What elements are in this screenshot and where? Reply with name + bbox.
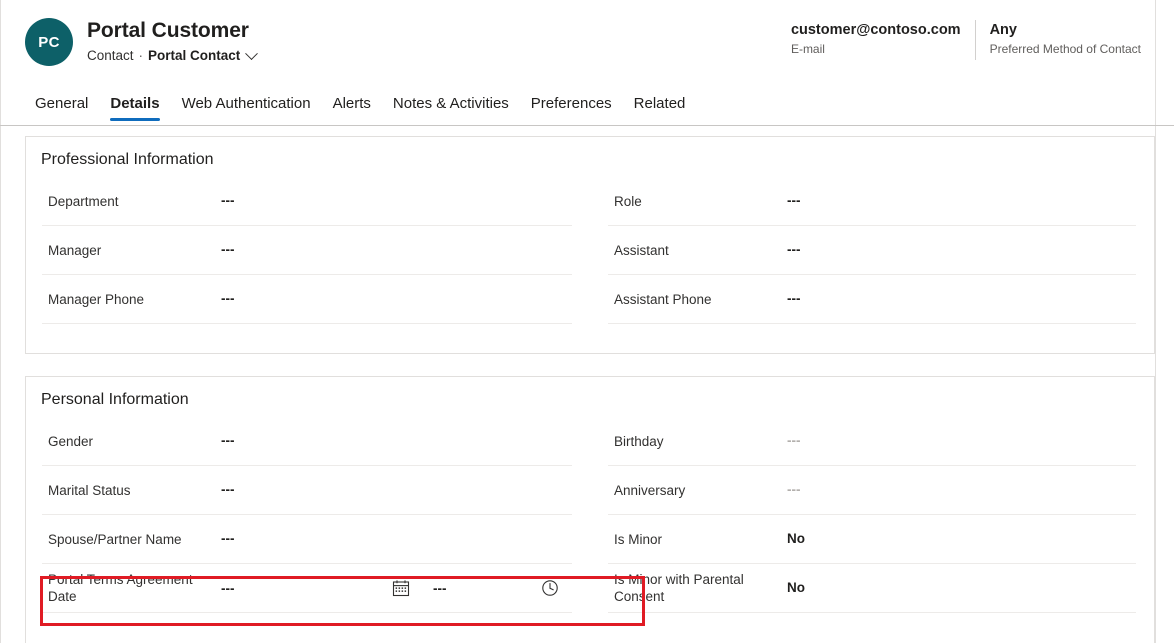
field-label: Spouse/Partner Name <box>48 531 221 548</box>
field-value[interactable]: --- <box>221 481 235 499</box>
form-selector-label[interactable]: Portal Contact <box>148 47 240 65</box>
section-columns: Department --- Manager --- Manager Phone… <box>26 177 1154 324</box>
tab-general[interactable]: General <box>24 94 99 125</box>
header-stat-email[interactable]: customer@contoso.com E-mail <box>777 20 975 60</box>
avatar-initials: PC <box>38 34 59 51</box>
field-is-minor[interactable]: Is Minor No <box>608 515 1136 564</box>
subtitle-separator: · <box>139 47 144 65</box>
section-column-right: Birthday --- Anniversary --- Is Minor No… <box>590 417 1154 613</box>
header-stat-label: E-mail <box>791 41 961 58</box>
field-assistant[interactable]: Assistant --- <box>608 226 1136 275</box>
field-label: Birthday <box>614 433 787 450</box>
field-role[interactable]: Role --- <box>608 177 1136 226</box>
tab-alerts[interactable]: Alerts <box>322 94 382 125</box>
field-label: Gender <box>48 433 221 450</box>
header-left-edge <box>0 0 1 125</box>
tab-related[interactable]: Related <box>623 94 697 125</box>
form-tabs: General Details Web Authentication Alert… <box>24 81 696 125</box>
field-label: Portal Terms Agreement Date <box>48 571 221 605</box>
field-birthday[interactable]: Birthday --- <box>608 417 1136 466</box>
header-stat-label: Preferred Method of Contact <box>990 41 1141 58</box>
section-column-left: Department --- Manager --- Manager Phone… <box>26 177 590 324</box>
date-value[interactable]: --- <box>221 581 391 596</box>
field-manager[interactable]: Manager --- <box>42 226 572 275</box>
field-value[interactable]: --- <box>787 290 801 308</box>
header-stat-value: customer@contoso.com <box>791 20 961 40</box>
section-title: Professional Information <box>26 137 1154 177</box>
field-gender[interactable]: Gender --- <box>42 417 572 466</box>
contact-record-form: PC Portal Customer Contact · Portal Cont… <box>0 0 1174 643</box>
header-stats: customer@contoso.com E-mail Any Preferre… <box>777 20 1155 60</box>
record-header: PC Portal Customer Contact · Portal Cont… <box>0 0 1174 126</box>
field-value[interactable]: --- <box>787 192 801 210</box>
header-stat-preferred-contact[interactable]: Any Preferred Method of Contact <box>975 20 1155 60</box>
field-anniversary[interactable]: Anniversary --- <box>608 466 1136 515</box>
field-label: Is Minor with Parental Consent <box>614 571 787 605</box>
time-value[interactable]: --- <box>433 581 540 596</box>
field-value[interactable]: No <box>787 579 805 597</box>
field-value[interactable]: --- <box>787 432 801 450</box>
form-content: Professional Information Department --- … <box>0 126 1174 643</box>
field-label: Manager <box>48 242 221 259</box>
content-right-edge <box>1155 126 1156 643</box>
calendar-icon[interactable] <box>391 578 411 598</box>
field-value[interactable]: --- <box>221 432 235 450</box>
record-subtitle: Contact · Portal Contact <box>87 47 256 65</box>
field-label: Department <box>48 193 221 210</box>
datetime-inputs: --- <box>221 578 568 598</box>
field-value[interactable]: --- <box>221 530 235 548</box>
field-spouse-partner-name[interactable]: Spouse/Partner Name --- <box>42 515 572 564</box>
field-value[interactable]: --- <box>221 241 235 259</box>
section-personal-information: Personal Information Gender --- Marital … <box>25 376 1155 643</box>
field-manager-phone[interactable]: Manager Phone --- <box>42 275 572 324</box>
field-value[interactable]: No <box>787 530 805 548</box>
chevron-down-icon[interactable] <box>245 47 258 60</box>
tab-preferences[interactable]: Preferences <box>520 94 623 125</box>
content-left-edge <box>0 126 1 643</box>
field-value[interactable]: --- <box>221 290 235 308</box>
page-title: Portal Customer <box>87 17 256 44</box>
field-label: Assistant <box>614 242 787 259</box>
field-label: Assistant Phone <box>614 291 787 308</box>
section-column-left: Gender --- Marital Status --- Spouse/Par… <box>26 417 590 613</box>
section-title: Personal Information <box>26 377 1154 417</box>
field-marital-status[interactable]: Marital Status --- <box>42 466 572 515</box>
field-value[interactable]: --- <box>221 192 235 210</box>
field-assistant-phone[interactable]: Assistant Phone --- <box>608 275 1136 324</box>
entity-name: Contact <box>87 47 134 65</box>
header-right-edge <box>1155 0 1156 125</box>
clock-icon[interactable] <box>540 578 560 598</box>
title-texts: Portal Customer Contact · Portal Contact <box>87 16 256 65</box>
record-title-block: PC Portal Customer Contact · Portal Cont… <box>25 16 256 66</box>
avatar: PC <box>25 18 73 66</box>
field-label: Manager Phone <box>48 291 221 308</box>
header-stat-value: Any <box>990 20 1141 40</box>
field-label: Role <box>614 193 787 210</box>
section-column-right: Role --- Assistant --- Assistant Phone -… <box>590 177 1154 324</box>
tab-details[interactable]: Details <box>99 94 170 125</box>
tab-web-authentication[interactable]: Web Authentication <box>171 94 322 125</box>
field-is-minor-with-parental-consent[interactable]: Is Minor with Parental Consent No <box>608 564 1136 613</box>
field-label: Marital Status <box>48 482 221 499</box>
field-value[interactable]: --- <box>787 241 801 259</box>
field-label: Anniversary <box>614 482 787 499</box>
field-label: Is Minor <box>614 531 787 548</box>
section-professional-information: Professional Information Department --- … <box>25 136 1155 354</box>
field-value[interactable]: --- <box>787 481 801 499</box>
section-columns: Gender --- Marital Status --- Spouse/Par… <box>26 417 1154 613</box>
field-portal-terms-agreement-date[interactable]: Portal Terms Agreement Date --- <box>42 564 572 613</box>
tab-notes-activities[interactable]: Notes & Activities <box>382 94 520 125</box>
field-department[interactable]: Department --- <box>42 177 572 226</box>
